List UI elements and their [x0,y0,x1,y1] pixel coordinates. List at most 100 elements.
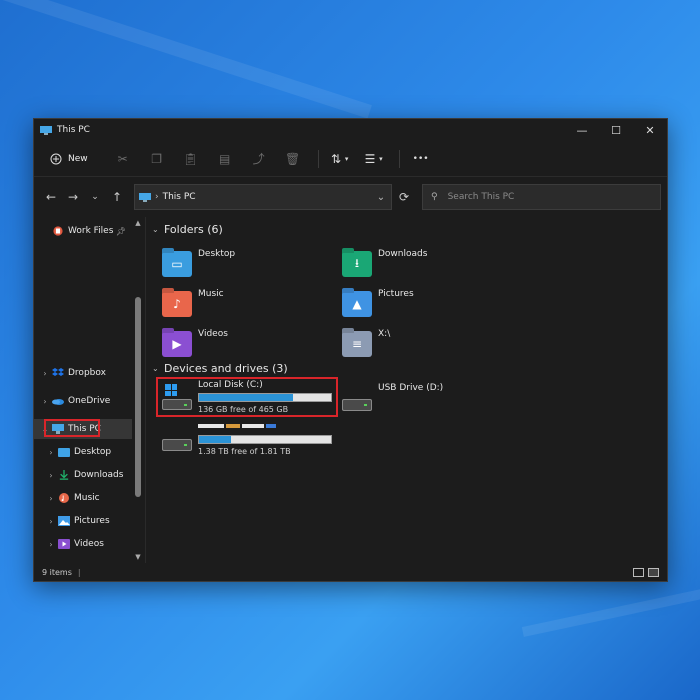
chevron-down-icon: ▾ [379,154,383,163]
videos-icon [58,539,70,549]
sidebar-item-label: Work Files [68,226,114,236]
drive-label-redacted [198,421,332,432]
chevron-right-icon[interactable]: › [38,369,52,378]
scroll-down-icon[interactable]: ▼ [131,553,145,561]
delete-icon[interactable]: 🗑︎ [280,148,306,170]
forward-button[interactable]: → [62,186,84,208]
main-pane: ⌄ Folders (6) ▭ Desktop ⭳ Downloads ♪ Mu… [146,217,667,563]
sort-button[interactable]: ⇅ ▾ [327,148,353,170]
search-input[interactable]: ⚲ Search This PC [422,184,661,210]
pin-icon: 📌︎ [115,226,126,236]
folder-videos[interactable]: ▶ Videos [162,327,322,361]
folder-label: Desktop [198,249,236,259]
close-button[interactable]: ✕ [633,119,667,141]
pictures-folder-icon: ▲ [342,291,372,317]
breadcrumb-this-pc[interactable]: This PC [163,192,196,202]
drive-info: USB Drive (D:) [378,383,443,393]
view-toggle [633,567,663,577]
hard-drive-icon [162,425,192,451]
download-icon [59,470,69,480]
search-placeholder: Search This PC [447,192,515,202]
network-folder-icon: ≡ [342,331,372,357]
share-icon[interactable]: ⤴ [246,148,272,170]
usb-drive-icon [342,385,372,411]
folder-desktop[interactable]: ▭ Desktop [162,247,322,281]
redacted-label [266,424,276,428]
refresh-button[interactable]: ⟳ [392,184,416,210]
work-files-icon [53,226,63,236]
chevron-right-icon[interactable]: › [44,448,58,457]
folder-glyph: ♪ [173,297,181,311]
status-separator: | [77,567,81,577]
folder-x-drive[interactable]: ≡ X:\ [342,327,502,361]
back-button[interactable]: ← [40,186,62,208]
chevron-right-icon[interactable]: › [44,517,58,526]
chevron-down-icon: ▾ [344,154,349,163]
plus-circle-icon [50,153,62,164]
dropbox-icon [52,368,64,376]
desktop-folder-icon [58,448,70,457]
sidebar-item-pictures[interactable]: › Pictures [34,511,132,531]
chevron-right-icon[interactable]: › [44,471,58,480]
sidebar-item-label: Pictures [74,516,110,526]
recent-locations-button[interactable]: ⌄ [84,186,106,208]
redacted-label [242,424,264,428]
details-view-icon[interactable] [633,567,644,577]
up-button[interactable]: ↑ [106,186,128,208]
paste-icon[interactable]: 📋︎ [178,148,204,170]
desktop-folder-icon: ▭ [162,251,192,277]
sidebar-item-onedrive[interactable]: › OneDrive [34,391,132,411]
new-button[interactable]: New [42,149,96,169]
view-button[interactable]: ☰ ▾ [361,148,387,170]
folder-glyph: ▶ [172,337,182,351]
sidebar-item-videos[interactable]: › Videos [34,534,132,554]
folder-pictures[interactable]: ▲ Pictures [342,287,502,321]
folder-music[interactable]: ♪ Music [162,287,322,321]
sidebar-item-label: Dropbox [68,368,106,378]
drive-d[interactable]: USB Drive (D:) [342,383,443,411]
sidebar-item-label: OneDrive [68,396,111,406]
sidebar-item-downloads[interactable]: › Downloads [34,465,132,485]
chevron-right-icon[interactable]: › [44,540,58,549]
drive-usage-fill [199,436,231,443]
highlight-box [44,419,100,437]
rename-icon[interactable]: ▤ [212,148,238,170]
address-bar[interactable]: › This PC ⌄ [134,184,392,210]
folder-glyph: ≡ [351,337,363,351]
status-bar: 9 items | [34,563,667,581]
sidebar-item-music[interactable]: › Music [34,488,132,508]
title-bar[interactable]: This PC — ☐ ✕ [34,119,667,141]
chevron-right-icon[interactable]: › [44,494,58,503]
sidebar-item-work-files[interactable]: Work Files 📌︎ [34,221,132,241]
search-icon: ⚲ [431,192,438,202]
cut-icon[interactable]: ✂ [110,148,136,170]
folder-label: Pictures [378,289,414,299]
chevron-down-icon[interactable]: ⌄ [371,192,391,203]
sidebar-item-dropbox[interactable]: › Dropbox [34,363,132,383]
sidebar-item-label: Music [74,493,100,503]
drives-header-label: Devices and drives (3) [164,362,288,375]
folder-downloads[interactable]: ⭳ Downloads [342,247,502,281]
copy-icon[interactable]: ❐ [144,148,170,170]
nav-scrollbar[interactable]: ▲ ▼ [131,217,145,563]
chevron-down-icon[interactable]: ⌄ [152,364,164,373]
chevron-right-icon[interactable]: › [38,397,52,406]
chevron-down-icon[interactable]: ⌄ [152,225,164,234]
folder-glyph: ▲ [352,297,362,311]
drive-label: USB Drive (D:) [378,383,444,393]
tiles-view-icon[interactable] [648,567,659,577]
drives-section-header[interactable]: ⌄ Devices and drives (3) [152,362,288,375]
folders-section-header[interactable]: ⌄ Folders (6) [152,223,223,236]
folders-header-label: Folders (6) [164,223,223,236]
scrollbar-thumb[interactable] [135,297,141,497]
computer-icon [139,192,151,202]
folder-glyph: ▭ [171,257,183,271]
command-bar: New ✂ ❐ 📋︎ ▤ ⤴ 🗑︎ ⇅ ▾ ☰ ▾ ••• [34,141,667,177]
drive-redacted[interactable]: 1.38 TB free of 1.81 TB [162,421,332,456]
sidebar-item-desktop[interactable]: › Desktop [34,442,132,462]
maximize-button[interactable]: ☐ [599,119,633,141]
scroll-up-icon[interactable]: ▲ [131,219,145,227]
folder-label: X:\ [378,329,391,339]
minimize-button[interactable]: — [565,119,599,141]
more-options-button[interactable]: ••• [408,148,434,170]
